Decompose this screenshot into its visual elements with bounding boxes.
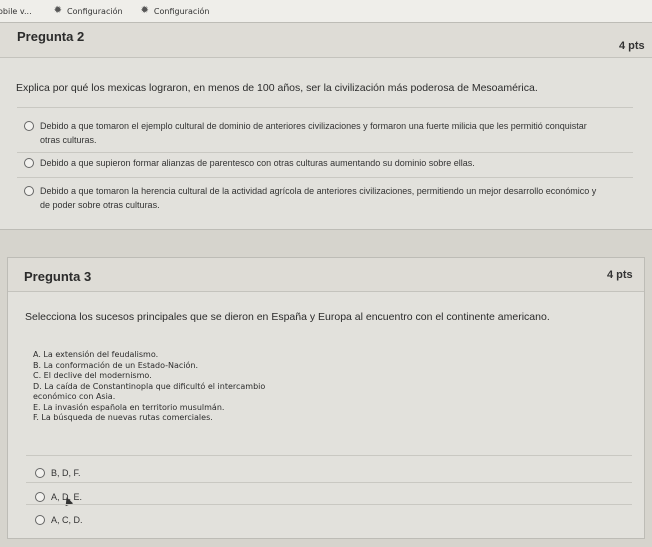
radio-button[interactable]	[35, 492, 45, 502]
bookmark-label: obile v...	[0, 6, 32, 16]
divider	[17, 177, 633, 178]
gear-icon: ✹	[53, 5, 63, 16]
radio-button[interactable]	[24, 158, 34, 168]
question-text: Selecciona los sucesos principales que s…	[25, 311, 550, 323]
option-text: B, D, F.	[51, 468, 81, 478]
question-title: Pregunta 3	[24, 269, 92, 284]
list-item: E. La invasión española en territorio mu…	[33, 402, 225, 412]
option-text: otras culturas.	[40, 135, 97, 145]
question-title: Pregunta 2	[17, 29, 85, 44]
question-card-3: Pregunta 3 4 pts Selecciona los sucesos …	[7, 257, 645, 539]
answer-option[interactable]: A, D, E.	[35, 490, 82, 504]
divider	[17, 152, 633, 153]
question-header	[8, 258, 644, 292]
option-text: Debido a que tomaron la herencia cultura…	[40, 186, 597, 196]
bookmark-label: Configuración	[67, 6, 123, 16]
divider	[26, 482, 632, 483]
question-text: Explica por qué los mexicas lograron, en…	[16, 82, 538, 94]
divider	[26, 455, 632, 456]
radio-button[interactable]	[24, 121, 34, 131]
question-header	[0, 23, 652, 58]
radio-button[interactable]	[24, 186, 34, 196]
bookmark-item[interactable]: obile v...	[0, 7, 32, 16]
option-text: de poder sobre otras culturas.	[40, 200, 160, 210]
bookmark-item[interactable]: ✹ Configuración	[141, 6, 210, 16]
divider	[17, 107, 633, 108]
option-text: A, C, D.	[51, 515, 83, 525]
answer-option[interactable]: B, D, F.	[35, 466, 81, 480]
radio-button[interactable]	[35, 515, 45, 525]
bookmark-label: Configuración	[153, 6, 210, 16]
list-item: D. La caída de Constantinopla que dificu…	[33, 381, 266, 391]
event-list: A. La extensión del feudalismo. B. La co…	[33, 350, 265, 424]
answer-option[interactable]: Debido a que tomaron la herencia cultura…	[24, 184, 644, 212]
list-item: B. La conformación de un Estado-Nación.	[33, 360, 199, 370]
list-item: C. El declive del modernismo.	[33, 371, 152, 380]
question-points: 4 pts	[607, 269, 633, 281]
divider	[26, 504, 632, 505]
list-item: económico con Asia.	[33, 392, 116, 401]
answer-option[interactable]: A, C, D.	[35, 513, 83, 527]
answer-option[interactable]: Debido a que supieron formar alianzas de…	[24, 156, 624, 170]
list-item: F. La búsqueda de nuevas rutas comercial…	[33, 413, 213, 422]
bookmarks-bar: obile v... ✹ Configuración ✹ Configuraci…	[0, 0, 652, 22]
gear-icon: ✹	[140, 5, 149, 16]
option-text: Debido a que tomaron el ejemplo cultural…	[40, 121, 587, 131]
radio-button[interactable]	[35, 468, 45, 478]
option-text: Debido a que supieron formar alianzas de…	[40, 158, 475, 168]
answer-option[interactable]: Debido a que tomaron el ejemplo cultural…	[24, 119, 624, 147]
question-points: 4 pts	[619, 40, 645, 52]
question-card-2: Pregunta 2 4 pts Explica por qué los mex…	[0, 22, 652, 230]
list-item: A. La extensión del feudalismo.	[33, 350, 159, 359]
bookmark-item[interactable]: ✹ Configuración	[54, 6, 123, 16]
